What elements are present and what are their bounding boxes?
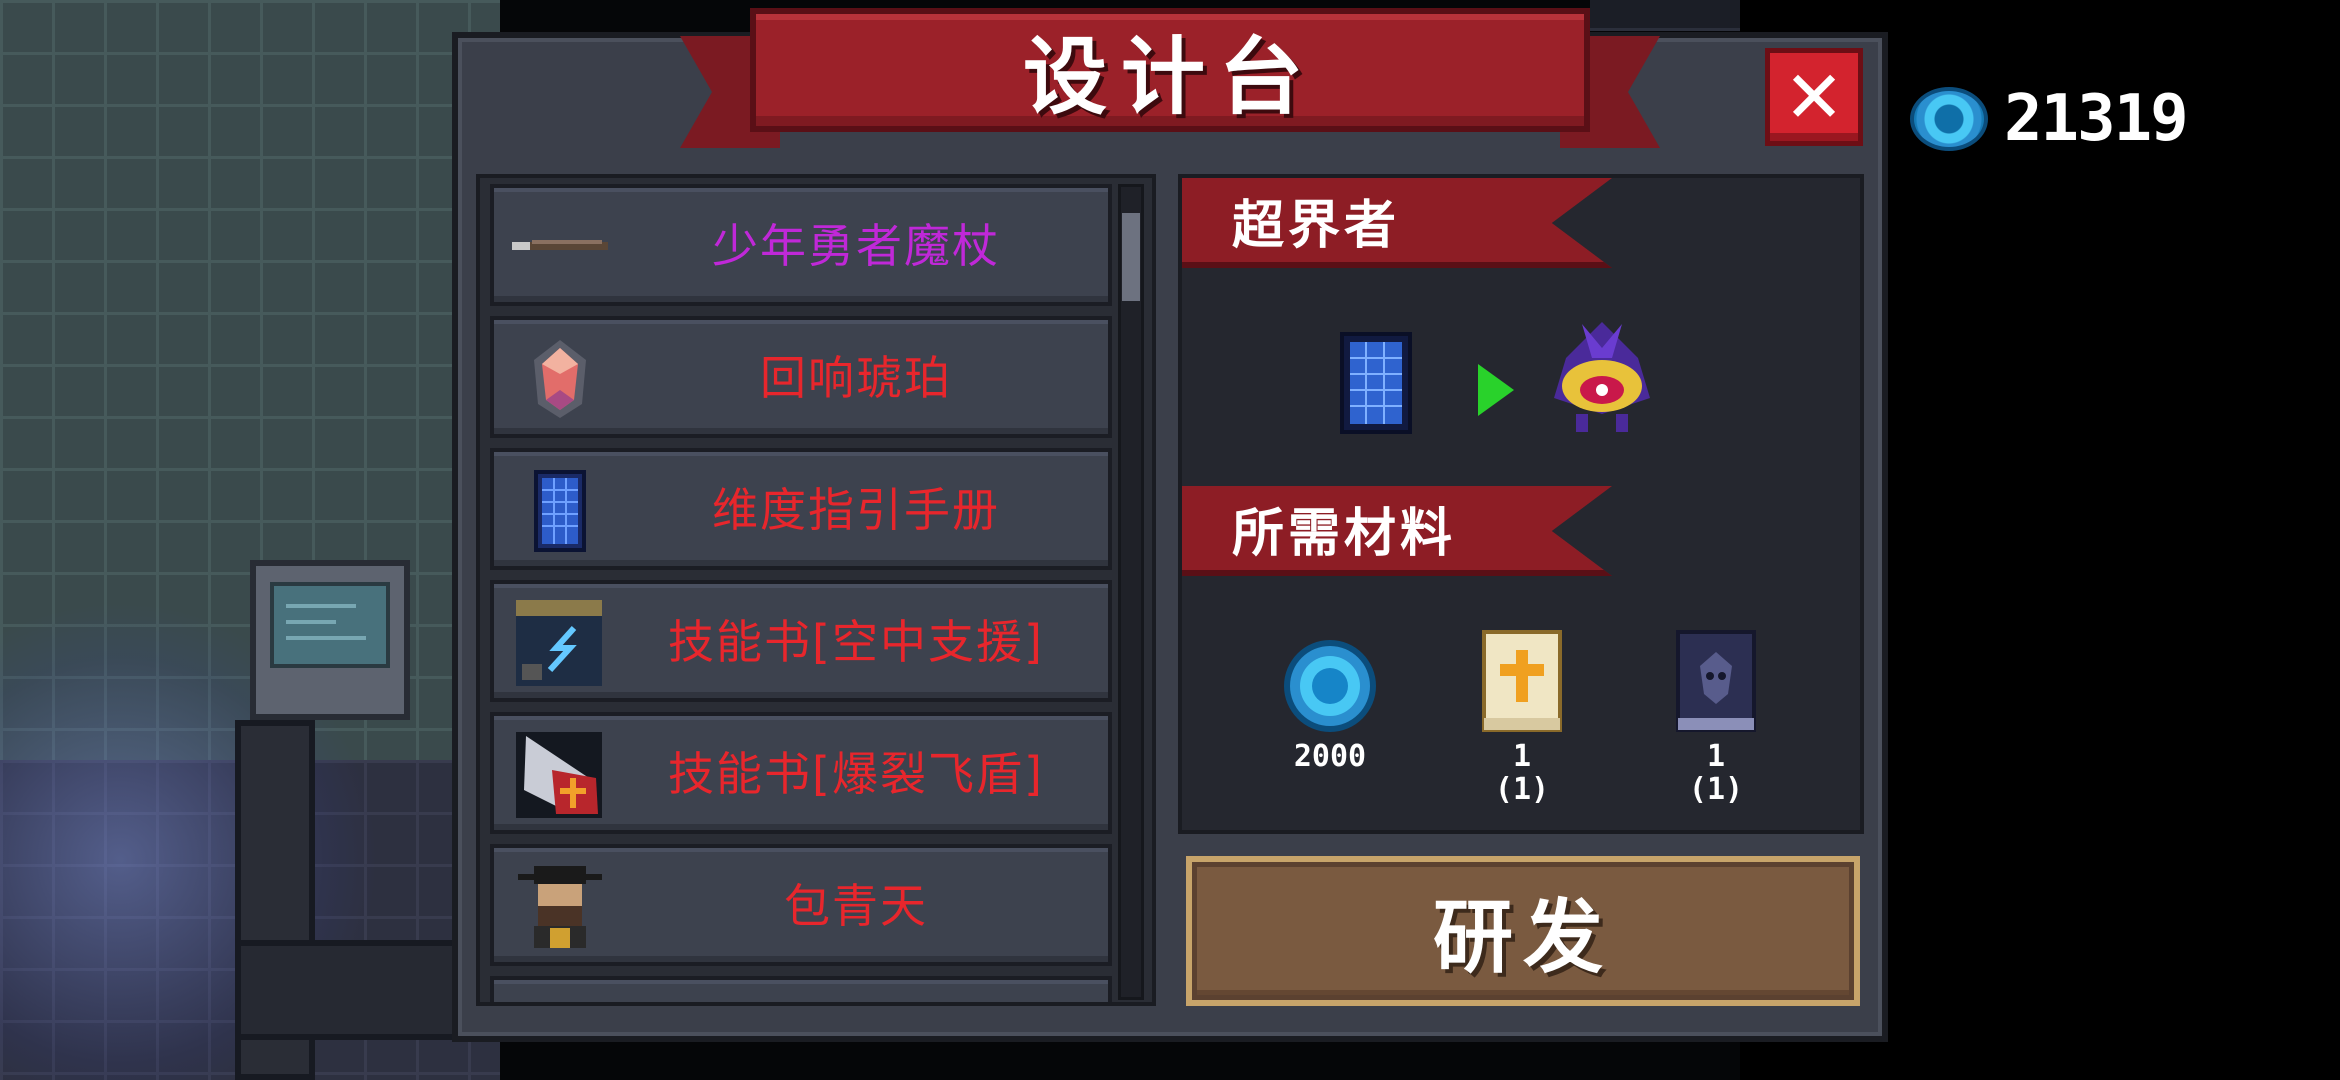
list-item[interactable] [490, 976, 1112, 1002]
material-item: 1 (1) [1666, 628, 1766, 806]
list-item-label: 回响琥珀 [760, 351, 952, 405]
develop-button[interactable]: 研发 [1186, 856, 1860, 1006]
materials-title: 所需材料 [1232, 503, 1457, 564]
skill-book-air-support-icon [516, 600, 602, 686]
list-item[interactable]: 少年勇者魔杖 [490, 184, 1112, 306]
list-item-label: 少年勇者魔杖 [712, 219, 1000, 273]
wand-icon [512, 240, 608, 250]
material-count: 1 (1) [1688, 739, 1744, 807]
currency-display: 21319 [1910, 82, 2189, 156]
materials-section-header: 所需材料 [1182, 486, 1612, 576]
holy-book-icon [1482, 630, 1562, 732]
close-icon: ✕ [1783, 55, 1845, 139]
amber-gem-icon [534, 340, 586, 418]
judge-character-icon [518, 866, 602, 948]
dark-book-icon [1676, 630, 1756, 732]
list-item[interactable]: 技能书[爆裂飞盾] [490, 712, 1112, 834]
result-title: 超界者 [1232, 195, 1401, 256]
blue-gem-icon [1284, 640, 1376, 732]
dimension-manual-icon [1340, 332, 1412, 434]
currency-value: 21319 [2004, 82, 2189, 156]
skill-book-burst-shield-icon [516, 732, 602, 818]
material-item: 1 (1) [1472, 628, 1572, 806]
list-item[interactable]: 包青天 [490, 844, 1112, 966]
computer-terminal [250, 560, 410, 720]
blueprint-list[interactable]: 少年勇者魔杖 回响琥珀 维度指引手册 技能书[空中支援] 技能书[爆裂飞盾] 包… [476, 174, 1156, 1006]
banner-body: 设计台 [750, 8, 1590, 132]
arrow-right-icon [1478, 364, 1514, 416]
title-banner: 设计台 [680, 8, 1660, 158]
blue-gem-icon [1910, 87, 1988, 151]
transformation-preview [1328, 318, 1728, 448]
list-item[interactable]: 技能书[空中支援] [490, 580, 1112, 702]
develop-button-label: 研发 [1433, 891, 1613, 984]
desk-base [235, 940, 465, 1040]
material-count: 2000 [1293, 739, 1367, 774]
list-item[interactable]: 回响琥珀 [490, 316, 1112, 438]
purple-wizard-pet-icon [1554, 322, 1650, 432]
list-scrollbar[interactable] [1118, 184, 1144, 1000]
list-item-label: 技能书[空中支援] [668, 615, 1044, 669]
scrollbar-thumb[interactable] [1122, 213, 1140, 301]
page-title: 设计台 [1022, 27, 1317, 126]
material-count: 1 (1) [1494, 739, 1550, 807]
result-section-header: 超界者 [1182, 178, 1612, 268]
dimension-manual-icon [534, 470, 586, 552]
material-item: 2000 [1280, 638, 1380, 773]
list-item-label: 技能书[爆裂飞盾] [668, 747, 1044, 801]
list-item-label: 包青天 [784, 879, 928, 933]
list-item[interactable]: 维度指引手册 [490, 448, 1112, 570]
terminal-screen [270, 582, 390, 668]
close-button[interactable]: ✕ [1765, 48, 1863, 146]
list-item-label: 维度指引手册 [712, 483, 1000, 537]
detail-panel: 超界者 所需材料 2000 1 (1) 1 (1) [1178, 174, 1864, 834]
